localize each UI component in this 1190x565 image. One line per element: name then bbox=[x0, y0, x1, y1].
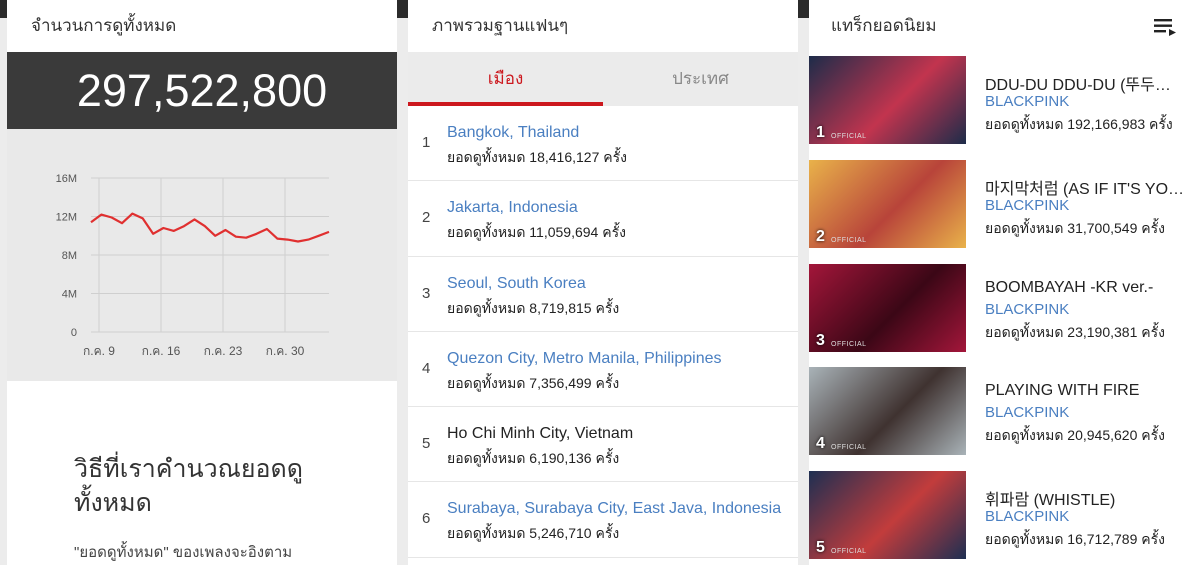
city-views: ยอดดูทั้งหมด 6,190,136 ครั้ง bbox=[447, 450, 620, 467]
city-row: 2 Jakarta, Indonesia ยอดดูทั้งหมด 11,059… bbox=[408, 181, 798, 257]
fan-base-title: ภาพรวมฐานแฟนๆ bbox=[432, 16, 569, 35]
fan-base-tabs: เมือง ประเทศ bbox=[408, 52, 798, 106]
series-line bbox=[90, 212, 330, 243]
track-thumbnail[interactable]: OFFICIAL 2 bbox=[809, 160, 966, 248]
track-artist[interactable]: BLACKPINK bbox=[985, 508, 1069, 525]
official-logo: OFFICIAL bbox=[831, 444, 867, 451]
views-chart: 16M 12M 8M 4M 0 ก.ค. 9 ก.ค. 16 ก.ค. 23 ก.ค. 30 bbox=[7, 129, 397, 381]
tab-city[interactable]: เมือง bbox=[408, 52, 603, 106]
city-link[interactable]: Seoul, South Korea bbox=[447, 275, 586, 293]
track-views: ยอดดูทั้งหมด 23,190,381 ครั้ง bbox=[985, 324, 1165, 340]
how-we-count-heading: วิธีที่เราคำนวณยอดดูทั้งหมด bbox=[74, 455, 304, 517]
track-item[interactable]: OFFICIAL 4 PLAYING WITH FIRE BLACKPINK ย… bbox=[809, 367, 1190, 457]
track-title[interactable]: BOOMBAYAH -KR ver.- bbox=[985, 279, 1185, 297]
track-title[interactable]: DDU-DU DDU-DU (뚜두뚜두) bbox=[985, 71, 1185, 95]
y-tick-label: 12M bbox=[56, 212, 77, 224]
popular-tracks-title: แทร็กยอดนิยม bbox=[831, 16, 937, 35]
fan-base-card: ภาพรวมฐานแฟนๆ เมือง ประเทศ 1 Bangkok, Th… bbox=[408, 0, 798, 565]
official-logo: OFFICIAL bbox=[831, 548, 867, 555]
popular-tracks-card: แทร็กยอดนิยม OFFICIAL 1 DDU-DU DDU-DU (뚜… bbox=[809, 0, 1190, 565]
track-thumbnail[interactable]: OFFICIAL 3 bbox=[809, 264, 966, 352]
city-row: 1 Bangkok, Thailand ยอดดูทั้งหมด 18,416,… bbox=[408, 106, 798, 182]
track-artist[interactable]: BLACKPINK bbox=[985, 404, 1069, 421]
total-views-card: จำนวนการดูทั้งหมด 297,522,800 16M 12M 8M 4M… bbox=[7, 0, 397, 565]
track-thumbnail[interactable]: OFFICIAL 1 bbox=[809, 56, 966, 144]
track-views: ยอดดูทั้งหมด 20,945,620 ครั้ง bbox=[985, 427, 1165, 443]
views-line-chart: 16M 12M 8M 4M 0 ก.ค. 9 ก.ค. 16 ก.ค. 23 ก.ค. 30 bbox=[56, 173, 330, 358]
city-views: ยอดดูทั้งหมด 11,059,694 ครั้ง bbox=[447, 224, 626, 241]
city-views: ยอดดูทั้งหมด 18,416,127 ครั้ง bbox=[447, 149, 627, 165]
track-title[interactable]: PLAYING WITH FIRE bbox=[985, 382, 1185, 400]
city-row: 5 Ho Chi Minh City, Vietnam ยอดดูทั้งหมด… bbox=[408, 407, 798, 483]
track-item[interactable]: OFFICIAL 1 DDU-DU DDU-DU (뚜두뚜두) BLACKPIN… bbox=[809, 56, 1190, 146]
track-views: ยอดดูทั้งหมด 192,166,983 ครั้ง bbox=[985, 116, 1173, 132]
city-rank: 4 bbox=[422, 359, 431, 377]
track-title[interactable]: 휘파람 (WHISTLE) bbox=[985, 486, 1185, 510]
y-tick-label: 4M bbox=[62, 289, 77, 301]
x-tick-label: ก.ค. 30 bbox=[266, 344, 305, 358]
track-thumbnail[interactable]: OFFICIAL 4 bbox=[809, 367, 966, 455]
track-rank: 5 bbox=[816, 539, 825, 556]
x-tick-label: ก.ค. 16 bbox=[142, 344, 181, 358]
track-rank: 3 bbox=[816, 332, 825, 349]
city-row: 3 Seoul, South Korea ยอดดูทั้งหมด 8,719,… bbox=[408, 257, 798, 332]
city-name: Ho Chi Minh City, Vietnam bbox=[447, 425, 634, 443]
y-tick-label: 0 bbox=[71, 327, 77, 339]
city-rank: 5 bbox=[422, 435, 431, 453]
track-item[interactable]: OFFICIAL 5 휘파람 (WHISTLE) BLACKPINK ยอดดู… bbox=[809, 471, 1190, 561]
city-rank: 3 bbox=[422, 284, 431, 302]
city-rank: 6 bbox=[422, 510, 431, 528]
track-artist[interactable]: BLACKPINK bbox=[985, 93, 1069, 110]
city-rank: 2 bbox=[422, 209, 431, 227]
city-list: 1 Bangkok, Thailand ยอดดูทั้งหมด 18,416,… bbox=[408, 106, 798, 558]
track-views: ยอดดูทั้งหมด 31,700,549 ครั้ง bbox=[985, 220, 1165, 236]
track-title[interactable]: 마지막처럼 (AS IF IT'S YOUR LAST) bbox=[985, 175, 1185, 199]
city-link[interactable]: Surabaya, Surabaya City, East Java, Indo… bbox=[447, 500, 781, 518]
official-logo: OFFICIAL bbox=[831, 237, 867, 244]
track-artist[interactable]: BLACKPINK bbox=[985, 301, 1069, 318]
track-rank: 1 bbox=[816, 124, 825, 141]
playlist-icon[interactable] bbox=[1154, 18, 1178, 36]
total-views-value: 297,522,800 bbox=[7, 52, 397, 129]
tab-country[interactable]: ประเทศ bbox=[603, 52, 798, 106]
city-row: 4 Quezon City, Metro Manila, Philippines… bbox=[408, 332, 798, 408]
x-tick-label: ก.ค. 23 bbox=[204, 344, 243, 358]
city-link[interactable]: Quezon City, Metro Manila, Philippines bbox=[447, 350, 722, 368]
track-rank: 4 bbox=[816, 435, 825, 452]
track-thumbnail[interactable]: OFFICIAL 5 bbox=[809, 471, 966, 559]
track-rank: 2 bbox=[816, 228, 825, 245]
x-tick-label: ก.ค. 9 bbox=[83, 344, 115, 358]
city-views: ยอดดูทั้งหมด 8,719,815 ครั้ง bbox=[447, 299, 620, 316]
city-row: 6 Surabaya, Surabaya City, East Java, In… bbox=[408, 482, 798, 558]
city-views: ยอดดูทั้งหมด 5,246,710 ครั้ง bbox=[447, 525, 620, 542]
how-we-count-text: "ยอดดูทั้งหมด" ของเพลงจะอิงตาม bbox=[74, 544, 293, 561]
track-item[interactable]: OFFICIAL 2 마지막처럼 (AS IF IT'S YOUR LAST) … bbox=[809, 160, 1190, 250]
track-artist[interactable]: BLACKPINK bbox=[985, 197, 1069, 214]
official-logo: OFFICIAL bbox=[831, 133, 867, 140]
official-logo: OFFICIAL bbox=[831, 341, 867, 348]
track-views: ยอดดูทั้งหมด 16,712,789 ครั้ง bbox=[985, 531, 1165, 547]
city-rank: 1 bbox=[422, 134, 431, 151]
total-views-title: จำนวนการดูทั้งหมด bbox=[31, 16, 177, 35]
city-link[interactable]: Jakarta, Indonesia bbox=[447, 199, 578, 217]
city-link[interactable]: Bangkok, Thailand bbox=[447, 124, 579, 142]
track-item[interactable]: OFFICIAL 3 BOOMBAYAH -KR ver.- BLACKPINK… bbox=[809, 264, 1190, 354]
y-tick-label: 16M bbox=[56, 173, 77, 185]
y-tick-label: 8M bbox=[62, 250, 77, 262]
city-views: ยอดดูทั้งหมด 7,356,499 ครั้ง bbox=[447, 374, 620, 391]
